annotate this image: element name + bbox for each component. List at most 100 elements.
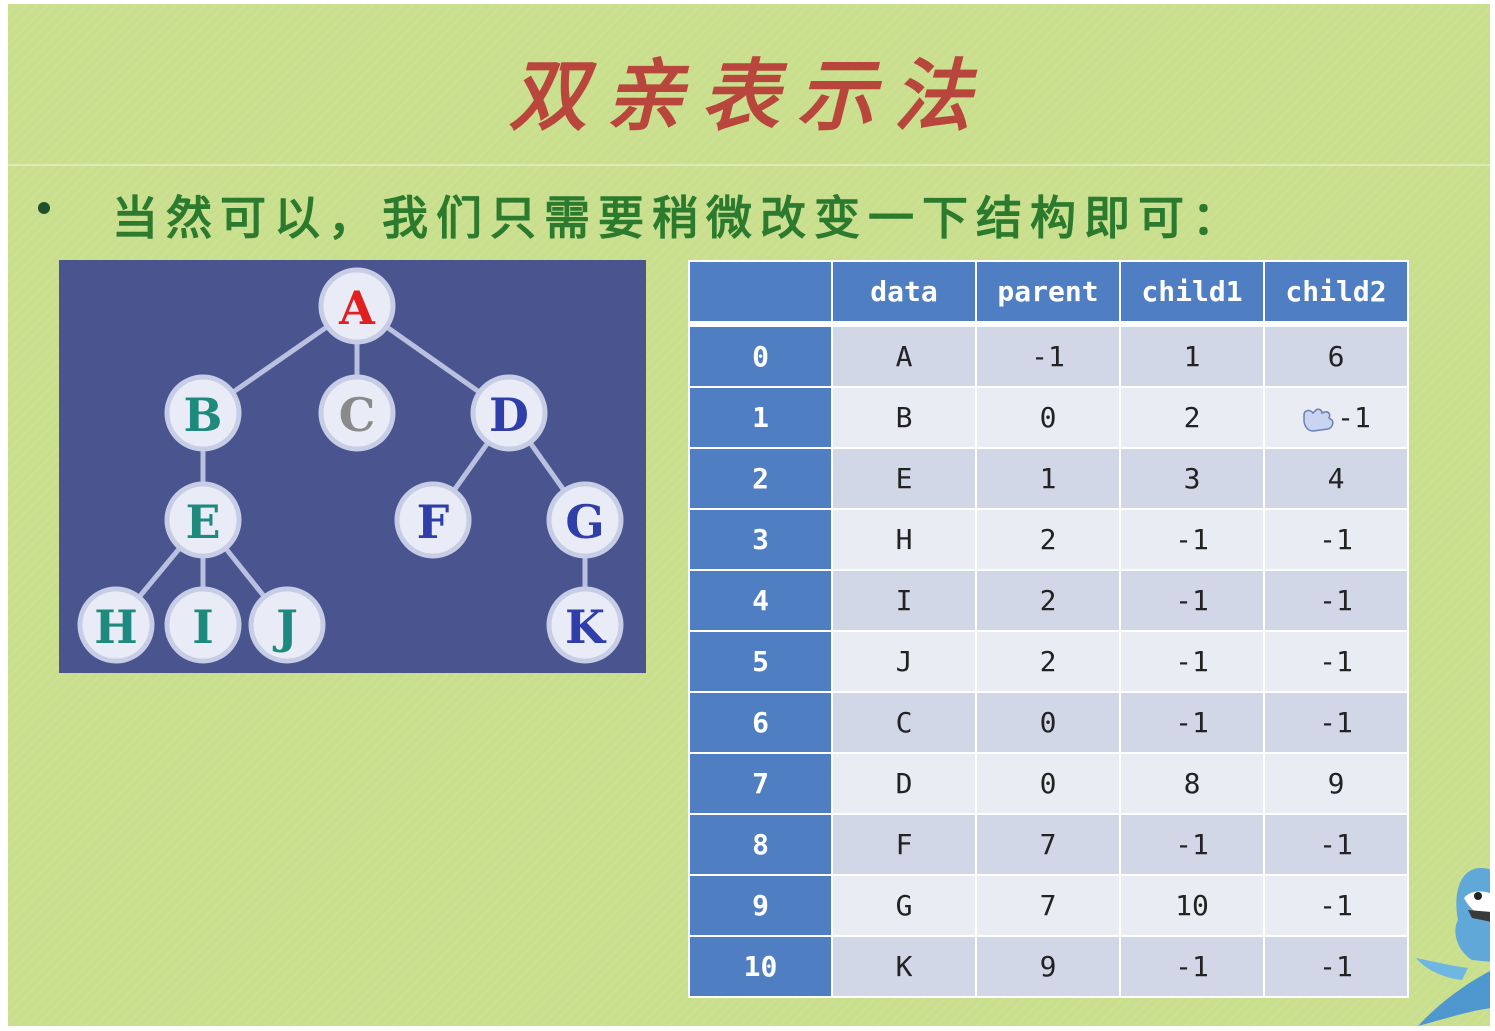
tree-node-I: I [164, 586, 242, 664]
tree-node-label: I [192, 600, 214, 654]
cell-child2: -1 [1265, 693, 1407, 752]
tree-node-F: F [394, 481, 472, 559]
tree-node-label: J [272, 600, 298, 654]
cell-parent: 2 [977, 632, 1119, 691]
table-header-row: data parent child1 child2 [690, 262, 1407, 325]
header-parent: parent [977, 262, 1119, 325]
table-row: 0 A -1 1 6 [690, 327, 1407, 386]
header-child1: child1 [1121, 262, 1263, 325]
cell-parent: 7 [977, 815, 1119, 874]
tree-node-D: D [470, 374, 548, 452]
cell-child1: 10 [1121, 876, 1263, 935]
tree-node-label: C [339, 388, 376, 442]
tree-node-label: H [94, 600, 137, 654]
tree-node-J: J [248, 586, 326, 664]
cell-child2: -1 [1265, 388, 1407, 447]
cell-child1: 2 [1121, 388, 1263, 447]
cell-parent: 7 [977, 876, 1119, 935]
cell-index: 8 [690, 815, 831, 874]
table-body: 0 A -1 1 6 1 B 0 2 -1 2 E 1 3 4 3 H 2 -1 -1 4 I 2 -1 -1 5 J 2 -1 -1 6 C… [690, 327, 1407, 996]
tree-svg: A B C D E F G H I J K [77, 267, 624, 664]
cell-child1: 3 [1121, 449, 1263, 508]
tree-node-C: C [318, 374, 396, 452]
cell-data: I [833, 571, 975, 630]
cell-parent: 0 [977, 693, 1119, 752]
table-row: 4 I 2 -1 -1 [690, 571, 1407, 630]
tree-node-label: K [565, 600, 607, 654]
tree-node-label: F [417, 495, 450, 549]
cell-index: 5 [690, 632, 831, 691]
table-row: 1 B 0 2 -1 [690, 388, 1407, 447]
cell-child1: -1 [1121, 815, 1263, 874]
header-data: data [833, 262, 975, 325]
tree-node-label: A [338, 281, 376, 335]
cell-data: H [833, 510, 975, 569]
title-divider [8, 164, 1490, 166]
cell-index: 2 [690, 449, 831, 508]
cell-index: 4 [690, 571, 831, 630]
cell-data: J [833, 632, 975, 691]
header-child2: child2 [1265, 262, 1407, 325]
cell-child2: 9 [1265, 754, 1407, 813]
table-row: 6 C 0 -1 -1 [690, 693, 1407, 752]
tree-node-label: E [185, 495, 220, 549]
header-index-cell [690, 262, 831, 325]
tree-node-A: A [318, 267, 396, 345]
cell-child1: -1 [1121, 571, 1263, 630]
cell-data: G [833, 876, 975, 935]
table-row: 9 G 7 10 -1 [690, 876, 1407, 935]
cell-parent: 1 [977, 449, 1119, 508]
bullet-text: 当然可以，我们只需要稍微改变一下结构即可： [112, 191, 1246, 245]
cell-parent: 2 [977, 571, 1119, 630]
cell-index: 0 [690, 327, 831, 386]
cell-parent: 0 [977, 754, 1119, 813]
cell-data: F [833, 815, 975, 874]
cell-child1: 8 [1121, 754, 1263, 813]
slide-title: 双亲表示法 [508, 51, 989, 142]
cell-index: 1 [690, 388, 831, 447]
cell-data: D [833, 754, 975, 813]
table-row: 8 F 7 -1 -1 [690, 815, 1407, 874]
cell-child1: -1 [1121, 510, 1263, 569]
cell-parent: 2 [977, 510, 1119, 569]
cell-data: E [833, 449, 975, 508]
cell-index: 9 [690, 876, 831, 935]
tree-node-G: G [546, 481, 624, 559]
cell-child1: 1 [1121, 327, 1263, 386]
cell-child2: -1 [1265, 937, 1407, 996]
tree-diagram: A B C D E F G H I J K [59, 260, 646, 673]
hand-pointer-icon [1303, 408, 1334, 432]
cell-child2: -1 [1265, 815, 1407, 874]
table-row: 7D089 [690, 754, 1407, 813]
cell-child1: -1 [1121, 693, 1263, 752]
table-row: 3 H 2 -1 -1 [690, 510, 1407, 569]
cell-data: C [833, 693, 975, 752]
tree-node-H: H [77, 586, 155, 664]
cell-index: 10 [690, 937, 831, 996]
tree-node-label: G [565, 495, 604, 549]
bullet-dot-icon [38, 202, 50, 214]
shark-mascot-icon [1416, 868, 1490, 1026]
cell-data: K [833, 937, 975, 996]
tree-node-B: B [164, 374, 242, 452]
table-row: 5 J 2 -1 -1 [690, 632, 1407, 691]
tree-node-K: K [546, 586, 624, 664]
cell-parent: 9 [977, 937, 1119, 996]
cell-value: -1 [1337, 401, 1371, 434]
cell-child2: -1 [1265, 632, 1407, 691]
cell-child2: -1 [1265, 876, 1407, 935]
cell-parent: -1 [977, 327, 1119, 386]
cell-child1: -1 [1121, 937, 1263, 996]
cell-child2: -1 [1265, 571, 1407, 630]
cell-index: 6 [690, 693, 831, 752]
cell-data: A [833, 327, 975, 386]
table-row: 2E134 [690, 449, 1407, 508]
slide: 双亲表示法 当然可以，我们只需要稍微改变一下结构即可： ABCDEFGHIJK … [8, 4, 1490, 1026]
tree-node-E: E [164, 481, 242, 559]
cell-child2: 6 [1265, 327, 1407, 386]
parent-child-table: data parent child1 child2 0 A -1 1 6 1 B 0 2 -1 2 E 1 3 4… [688, 260, 1409, 998]
cell-index: 7 [690, 754, 831, 813]
cell-parent: 0 [977, 388, 1119, 447]
cell-child2: -1 [1265, 510, 1407, 569]
cell-index: 3 [690, 510, 831, 569]
